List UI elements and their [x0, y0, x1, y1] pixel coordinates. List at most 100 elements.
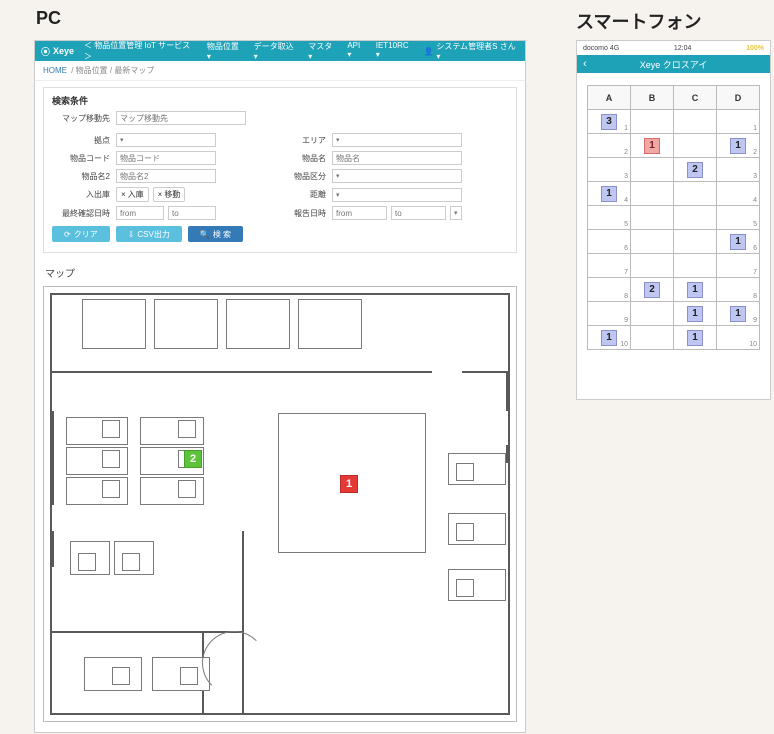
phone-cell[interactable]: 7 — [717, 254, 760, 278]
label-item-class: 物品区分 — [268, 171, 326, 182]
phone-badge: 1 — [687, 306, 703, 322]
breadcrumb-home[interactable]: HOME — [43, 66, 67, 75]
phone-row-number: 10 — [620, 341, 628, 348]
phone-cell[interactable] — [674, 206, 717, 230]
phone-cell[interactable]: 14 — [588, 182, 631, 206]
input-report-from[interactable] — [332, 206, 387, 220]
phone-cell[interactable] — [631, 326, 674, 350]
shelf — [122, 553, 140, 571]
phone-cell[interactable] — [631, 254, 674, 278]
search-button[interactable]: 🔍検 索 — [188, 226, 243, 242]
input-item-name2[interactable] — [116, 169, 216, 183]
floor-plan[interactable]: F1001 F1002 F1003 F1004 B1001 B1002 — [50, 293, 510, 715]
select-distance[interactable] — [332, 188, 462, 202]
phone-cell[interactable]: 10 — [717, 326, 760, 350]
phone-row-number: 3 — [624, 173, 628, 180]
input-item-code[interactable] — [116, 151, 216, 165]
map-badge-green[interactable]: 2 — [184, 450, 202, 468]
phone-cell[interactable] — [631, 110, 674, 134]
phone-cell[interactable]: 5 — [717, 206, 760, 230]
locker — [82, 299, 146, 349]
phone-battery: 100% — [746, 45, 764, 52]
phone-cell[interactable]: 2 — [631, 278, 674, 302]
phone-cell[interactable] — [674, 182, 717, 206]
phone-badge: 1 — [601, 186, 617, 202]
map-wrap: F1001 F1002 F1003 F1004 B1001 B1002 — [43, 286, 517, 722]
phone-cell[interactable]: 110 — [588, 326, 631, 350]
phone-badge: 3 — [601, 114, 617, 130]
section-label-phone: スマートフォン — [576, 8, 701, 34]
search-title: 検索条件 — [52, 94, 508, 107]
phone-cell[interactable]: 7 — [588, 254, 631, 278]
phone-cell[interactable]: 8 — [588, 278, 631, 302]
phone-cell[interactable]: 4 — [717, 182, 760, 206]
phone-cell[interactable]: 3 — [717, 158, 760, 182]
phone-cell[interactable]: 1 — [674, 278, 717, 302]
input-map-dest[interactable] — [116, 111, 246, 125]
input-lastcheck-to[interactable] — [168, 206, 216, 220]
phone-row-number: 5 — [753, 221, 757, 228]
chk-in[interactable]: × 入庫 — [116, 187, 149, 202]
nav-item-0[interactable]: 物品位置 ▾ — [207, 41, 244, 61]
phone-cell[interactable] — [631, 158, 674, 182]
label-area: エリア — [268, 135, 326, 146]
user-name: システム管理者S さん ▾ — [436, 41, 519, 61]
phone-cell[interactable]: 6 — [588, 230, 631, 254]
phone-cell[interactable]: 31 — [588, 110, 631, 134]
phone-title: Xeye クロスアイ — [640, 58, 708, 71]
brand-tagline: ＜ 物品位置管理 IoT サービス ＞ — [84, 40, 197, 62]
nav-user[interactable]: 👤 システム管理者S さん ▾ — [423, 41, 519, 61]
phone-cell[interactable]: 1 — [674, 326, 717, 350]
nav-item-2[interactable]: マスタ ▾ — [308, 41, 337, 61]
phone-row-number: 8 — [753, 293, 757, 300]
phone-cell[interactable] — [674, 230, 717, 254]
locker — [298, 299, 362, 349]
phone-cell[interactable]: 5 — [588, 206, 631, 230]
shelf — [180, 667, 198, 685]
nav-item-4[interactable]: IET10RC ▾ — [376, 41, 414, 61]
phone-cell[interactable] — [674, 110, 717, 134]
phone-cell[interactable]: 8 — [717, 278, 760, 302]
input-report-to[interactable] — [391, 206, 446, 220]
phone-cell[interactable] — [631, 230, 674, 254]
select-base[interactable] — [116, 133, 216, 147]
shelf — [102, 480, 120, 498]
map-badge-red[interactable]: 1 — [340, 475, 358, 493]
phone-cell[interactable] — [631, 182, 674, 206]
brand-logo[interactable]: ⦿ Xeye — [41, 45, 74, 58]
phone-cell[interactable] — [674, 254, 717, 278]
back-icon[interactable]: ‹ — [583, 58, 587, 70]
locker — [226, 299, 290, 349]
phone-cell[interactable] — [674, 134, 717, 158]
select-area[interactable] — [332, 133, 462, 147]
phone-cell[interactable] — [631, 302, 674, 326]
search-icon: 🔍 — [200, 230, 210, 239]
phone-cell[interactable]: 3 — [588, 158, 631, 182]
nav-item-3[interactable]: API ▾ — [347, 41, 365, 61]
phone-cell[interactable]: 2 — [674, 158, 717, 182]
phone-cell[interactable] — [631, 206, 674, 230]
nav-item-1[interactable]: データ取込 ▾ — [254, 41, 299, 61]
select-report-extra[interactable] — [450, 206, 462, 220]
phone-cell[interactable]: 1 — [631, 134, 674, 158]
shelf — [112, 667, 130, 685]
csv-button[interactable]: ⇩CSV出力 — [116, 226, 182, 242]
door-icon — [202, 631, 266, 695]
phone-cell[interactable]: 2 — [588, 134, 631, 158]
phone-cell[interactable]: 12 — [717, 134, 760, 158]
phone-row-number: 10 — [749, 341, 757, 348]
phone-cell[interactable]: 16 — [717, 230, 760, 254]
phone-cell[interactable]: 1 — [674, 302, 717, 326]
brand-text: Xeye — [53, 46, 74, 56]
phone-cell[interactable]: 1 — [717, 110, 760, 134]
select-item-class[interactable] — [332, 169, 462, 183]
input-item-name[interactable] — [332, 151, 462, 165]
phone-body: ABCD 3112112323144556167782189119110110 — [577, 73, 770, 362]
input-lastcheck-from[interactable] — [116, 206, 164, 220]
chk-move[interactable]: × 移動 — [153, 187, 186, 202]
phone-cell[interactable]: 19 — [717, 302, 760, 326]
label-base: 拠点 — [52, 135, 110, 146]
phone-grid[interactable]: ABCD 3112112323144556167782189119110110 — [587, 85, 760, 350]
phone-cell[interactable]: 9 — [588, 302, 631, 326]
clear-button[interactable]: ⟳クリア — [52, 226, 110, 242]
